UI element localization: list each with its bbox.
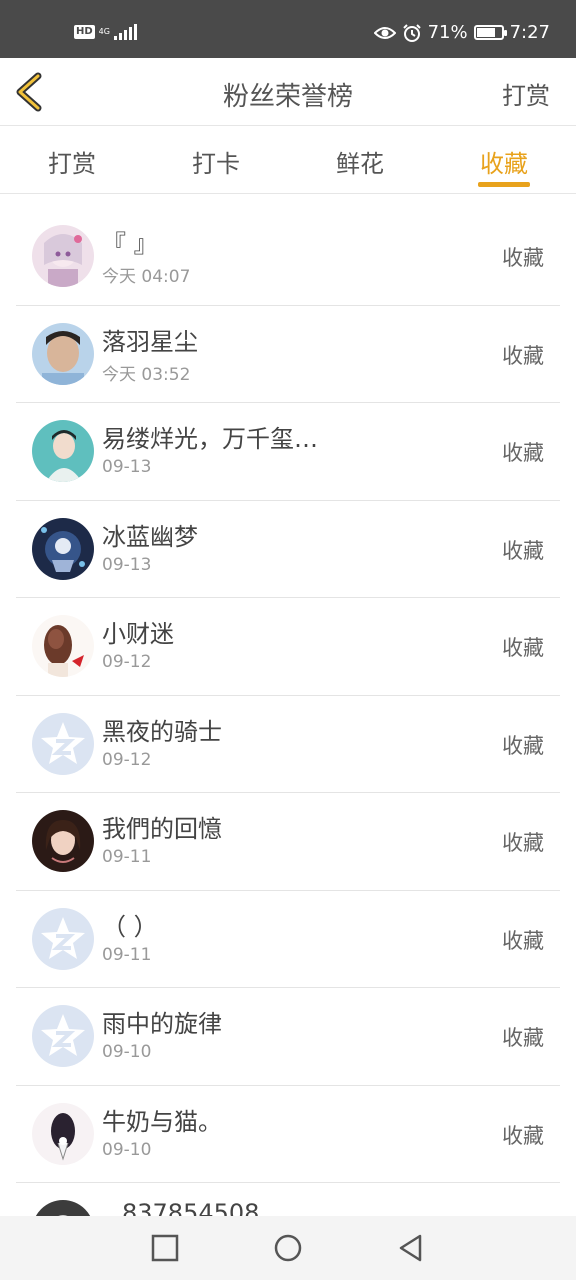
fan-name: 雨中的旋律: [102, 1010, 222, 1038]
page-title: 粉丝荣誉榜: [222, 82, 353, 112]
eye-icon: [373, 26, 396, 39]
tab-favorites[interactable]: 收藏: [432, 126, 576, 193]
fan-name: 小财迷: [102, 620, 174, 648]
list-item[interactable]: 小财迷 09-12 收藏: [16, 598, 560, 696]
list-item[interactable]: （ ） 09-11 收藏: [16, 891, 560, 988]
fan-time: 09-13: [102, 457, 152, 477]
avatar: [32, 225, 94, 287]
fan-tag: 收藏: [502, 831, 544, 855]
fan-tag: 收藏: [502, 733, 544, 758]
list-item[interactable]: 落羽星尘 今天 03:52 收藏: [16, 306, 560, 403]
fan-tag: 收藏: [502, 928, 544, 953]
clock: 7:27: [509, 22, 550, 43]
list-item[interactable]: 837854508: [16, 1183, 560, 1216]
home-icon[interactable]: [273, 1233, 303, 1263]
list-item[interactable]: 『 』 今天 04:07 收藏: [16, 208, 560, 306]
avatar: [32, 420, 94, 482]
fan-time: 今天 04:07: [102, 267, 191, 287]
list-item[interactable]: 黑夜的骑士 09-12 收藏: [16, 696, 560, 793]
status-left: HD 4G: [74, 24, 137, 40]
fan-name: （ ）: [102, 912, 158, 941]
fan-tag: 收藏: [502, 441, 544, 465]
default-avatar-icon: [32, 1005, 94, 1067]
fan-time: 09-12: [102, 652, 152, 672]
list-item[interactable]: 易缕烊光，万千玺… 09-13 收藏: [16, 403, 560, 501]
alarm-icon: [402, 23, 421, 42]
fan-time: 09-13: [102, 554, 152, 575]
hd-badge: HD: [74, 25, 95, 39]
battery-icon: [473, 25, 507, 40]
avatar: [32, 615, 94, 677]
list-item[interactable]: 雨中的旋律 09-10 收藏: [16, 988, 560, 1086]
fan-name: 837854508: [122, 1199, 260, 1216]
avatar: [32, 810, 94, 872]
default-avatar-icon: [32, 712, 94, 775]
status-right: 71% 7:27: [373, 22, 550, 43]
avatar: [32, 517, 94, 580]
battery-percent: 71%: [427, 22, 468, 43]
fan-name: 冰蓝幽梦: [102, 522, 198, 551]
list-item[interactable]: 我們的回憶 09-11 收藏: [16, 793, 560, 891]
fan-time: 09-12: [102, 749, 152, 770]
fan-tag: 收藏: [502, 636, 544, 660]
default-avatar-icon: [32, 907, 94, 970]
avatar: [32, 1102, 94, 1165]
fan-name: 易缕烊光，万千玺…: [102, 425, 318, 453]
fan-tag: 收藏: [502, 246, 544, 270]
fan-name: 牛奶与猫。: [102, 1107, 222, 1136]
status-bar: HD 4G 71% 7:27: [0, 0, 576, 58]
fan-time: 09-10: [102, 1139, 152, 1160]
fan-name: 『 』: [102, 230, 158, 258]
fan-time: 09-11: [102, 944, 152, 965]
fan-name: 我們的回憶: [102, 815, 222, 843]
recent-apps-icon[interactable]: [150, 1233, 180, 1263]
tab-checkin[interactable]: 打卡: [144, 126, 288, 193]
back-icon[interactable]: [396, 1233, 426, 1263]
fan-tag: 收藏: [502, 1026, 544, 1050]
fan-time: 今天 03:52: [102, 364, 191, 385]
tab-reward[interactable]: 打赏: [0, 126, 144, 193]
tab-flowers[interactable]: 鲜花: [288, 126, 432, 193]
fan-time: 09-10: [102, 1042, 152, 1062]
fan-name: 黑夜的骑士: [102, 717, 222, 746]
list-item[interactable]: 牛奶与猫。 09-10 收藏: [16, 1086, 560, 1183]
list-item[interactable]: 冰蓝幽梦 09-13 收藏: [16, 501, 560, 598]
signal-icon: [113, 24, 137, 40]
avatar: [32, 322, 94, 385]
reward-button[interactable]: 打赏: [502, 76, 550, 111]
fan-tag: 收藏: [502, 343, 544, 368]
fan-tag: 收藏: [502, 538, 544, 563]
fan-tag: 收藏: [502, 1123, 544, 1148]
fan-time: 09-11: [102, 847, 152, 867]
fan-list: 『 』 今天 04:07 收藏 落羽星尘 今天 03:52 收藏 易缕烊光，万千…: [0, 208, 576, 1216]
tab-bar: 打赏 打卡 鲜花 收藏: [0, 126, 576, 194]
fan-name: 落羽星尘: [102, 327, 198, 356]
avatar: [32, 1200, 94, 1216]
network-type: 4G: [98, 27, 110, 36]
system-nav-bar: [0, 1216, 576, 1280]
nav-bar: 粉丝荣誉榜 打赏: [0, 58, 576, 126]
